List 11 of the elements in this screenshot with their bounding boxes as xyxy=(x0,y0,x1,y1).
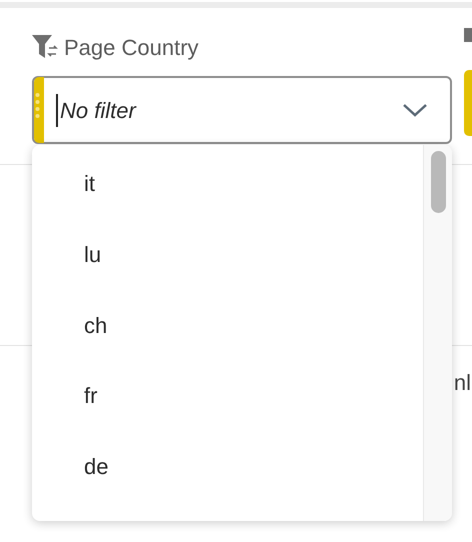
dropdown-option[interactable]: fr xyxy=(32,379,423,450)
dropdown-option[interactable]: it xyxy=(32,167,423,238)
dropdown-option[interactable]: lu xyxy=(32,238,423,309)
filter-dropdown[interactable]: No filter xyxy=(32,76,452,144)
dropdown-placeholder: No filter xyxy=(56,94,402,126)
dropdown-option[interactable]: ch xyxy=(32,308,423,380)
filter-label: Page Country xyxy=(64,34,199,62)
dropdown-option[interactable]: de xyxy=(32,450,423,521)
scrollbar[interactable] xyxy=(423,145,452,521)
chevron-down-icon xyxy=(402,103,428,117)
table-cell-text: nl xyxy=(454,369,471,397)
